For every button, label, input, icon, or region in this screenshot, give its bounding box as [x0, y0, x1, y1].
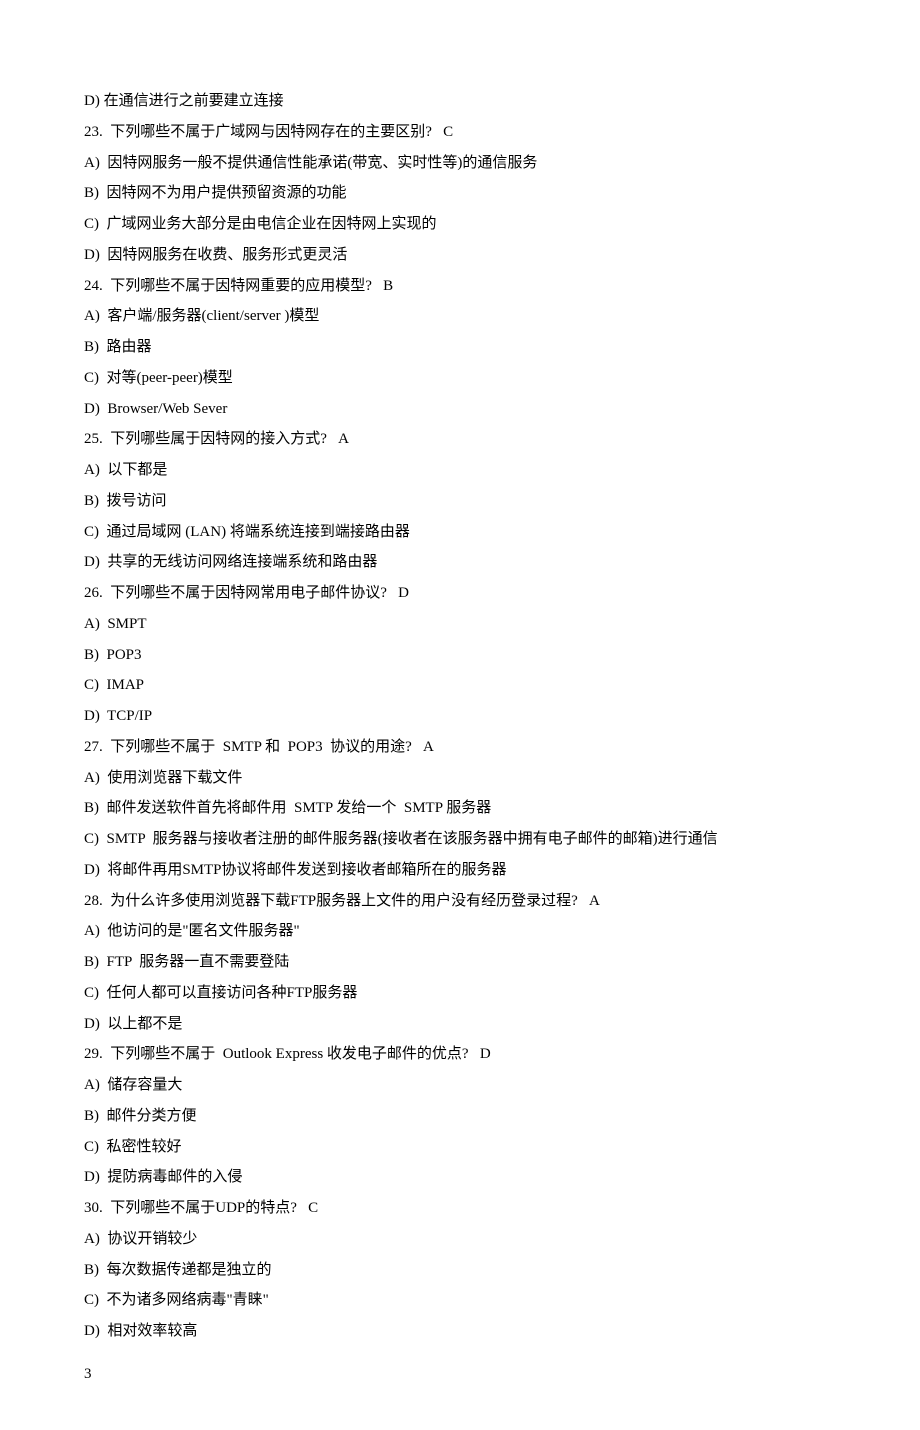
text-line: A) 使用浏览器下载文件	[84, 763, 836, 794]
text-line: C) 对等(peer-peer)模型	[84, 363, 836, 394]
text-line: 30. 下列哪些不属于UDP的特点? C	[84, 1193, 836, 1224]
text-line: 27. 下列哪些不属于 SMTP 和 POP3 协议的用途? A	[84, 732, 836, 763]
text-line: 25. 下列哪些属于因特网的接入方式? A	[84, 424, 836, 455]
text-line: B) 路由器	[84, 332, 836, 363]
text-line: C) 任何人都可以直接访问各种FTP服务器	[84, 978, 836, 1009]
text-line: D) Browser/Web Sever	[84, 394, 836, 425]
text-line: C) 通过局域网 (LAN) 将端系统连接到端接路由器	[84, 517, 836, 548]
text-line: D) 因特网服务在收费、服务形式更灵活	[84, 240, 836, 271]
text-line: D) 提防病毒邮件的入侵	[84, 1162, 836, 1193]
text-line: C) 私密性较好	[84, 1132, 836, 1163]
text-line: B) 每次数据传递都是独立的	[84, 1255, 836, 1286]
text-line: D) TCP/IP	[84, 701, 836, 732]
text-line: A) 以下都是	[84, 455, 836, 486]
text-line: D) 共享的无线访问网络连接端系统和路由器	[84, 547, 836, 578]
text-line: B) POP3	[84, 640, 836, 671]
text-line: B) 因特网不为用户提供预留资源的功能	[84, 178, 836, 209]
text-line: 28. 为什么许多使用浏览器下载FTP服务器上文件的用户没有经历登录过程? A	[84, 886, 836, 917]
page-number: 3	[84, 1359, 836, 1390]
text-line: 26. 下列哪些不属于因特网常用电子邮件协议? D	[84, 578, 836, 609]
text-line: A) 协议开销较少	[84, 1224, 836, 1255]
text-line: A) 储存容量大	[84, 1070, 836, 1101]
text-line: D) 以上都不是	[84, 1009, 836, 1040]
text-line: A) SMPT	[84, 609, 836, 640]
text-line: 23. 下列哪些不属于广域网与因特网存在的主要区别? C	[84, 117, 836, 148]
text-line: 29. 下列哪些不属于 Outlook Express 收发电子邮件的优点? D	[84, 1039, 836, 1070]
text-line: D) 将邮件再用SMTP协议将邮件发送到接收者邮箱所在的服务器	[84, 855, 836, 886]
document-body: D) 在通信进行之前要建立连接 23. 下列哪些不属于广域网与因特网存在的主要区…	[84, 86, 836, 1390]
text-line: C) 不为诸多网络病毒"青睐"	[84, 1285, 836, 1316]
text-line: D) 在通信进行之前要建立连接	[84, 86, 836, 117]
text-line: A) 他访问的是"匿名文件服务器"	[84, 916, 836, 947]
text-line: D) 相对效率较高	[84, 1316, 836, 1347]
text-line: A) 客户端/服务器(client/server )模型	[84, 301, 836, 332]
text-line: C) 广域网业务大部分是由电信企业在因特网上实现的	[84, 209, 836, 240]
text-line: A) 因特网服务一般不提供通信性能承诺(带宽、实时性等)的通信服务	[84, 148, 836, 179]
text-line: B) 拨号访问	[84, 486, 836, 517]
text-line: B) 邮件分类方便	[84, 1101, 836, 1132]
text-line: 24. 下列哪些不属于因特网重要的应用模型? B	[84, 271, 836, 302]
text-line: C) IMAP	[84, 670, 836, 701]
text-line: C) SMTP 服务器与接收者注册的邮件服务器(接收者在该服务器中拥有电子邮件的…	[84, 824, 836, 855]
text-line: B) 邮件发送软件首先将邮件用 SMTP 发给一个 SMTP 服务器	[84, 793, 836, 824]
text-line: B) FTP 服务器一直不需要登陆	[84, 947, 836, 978]
